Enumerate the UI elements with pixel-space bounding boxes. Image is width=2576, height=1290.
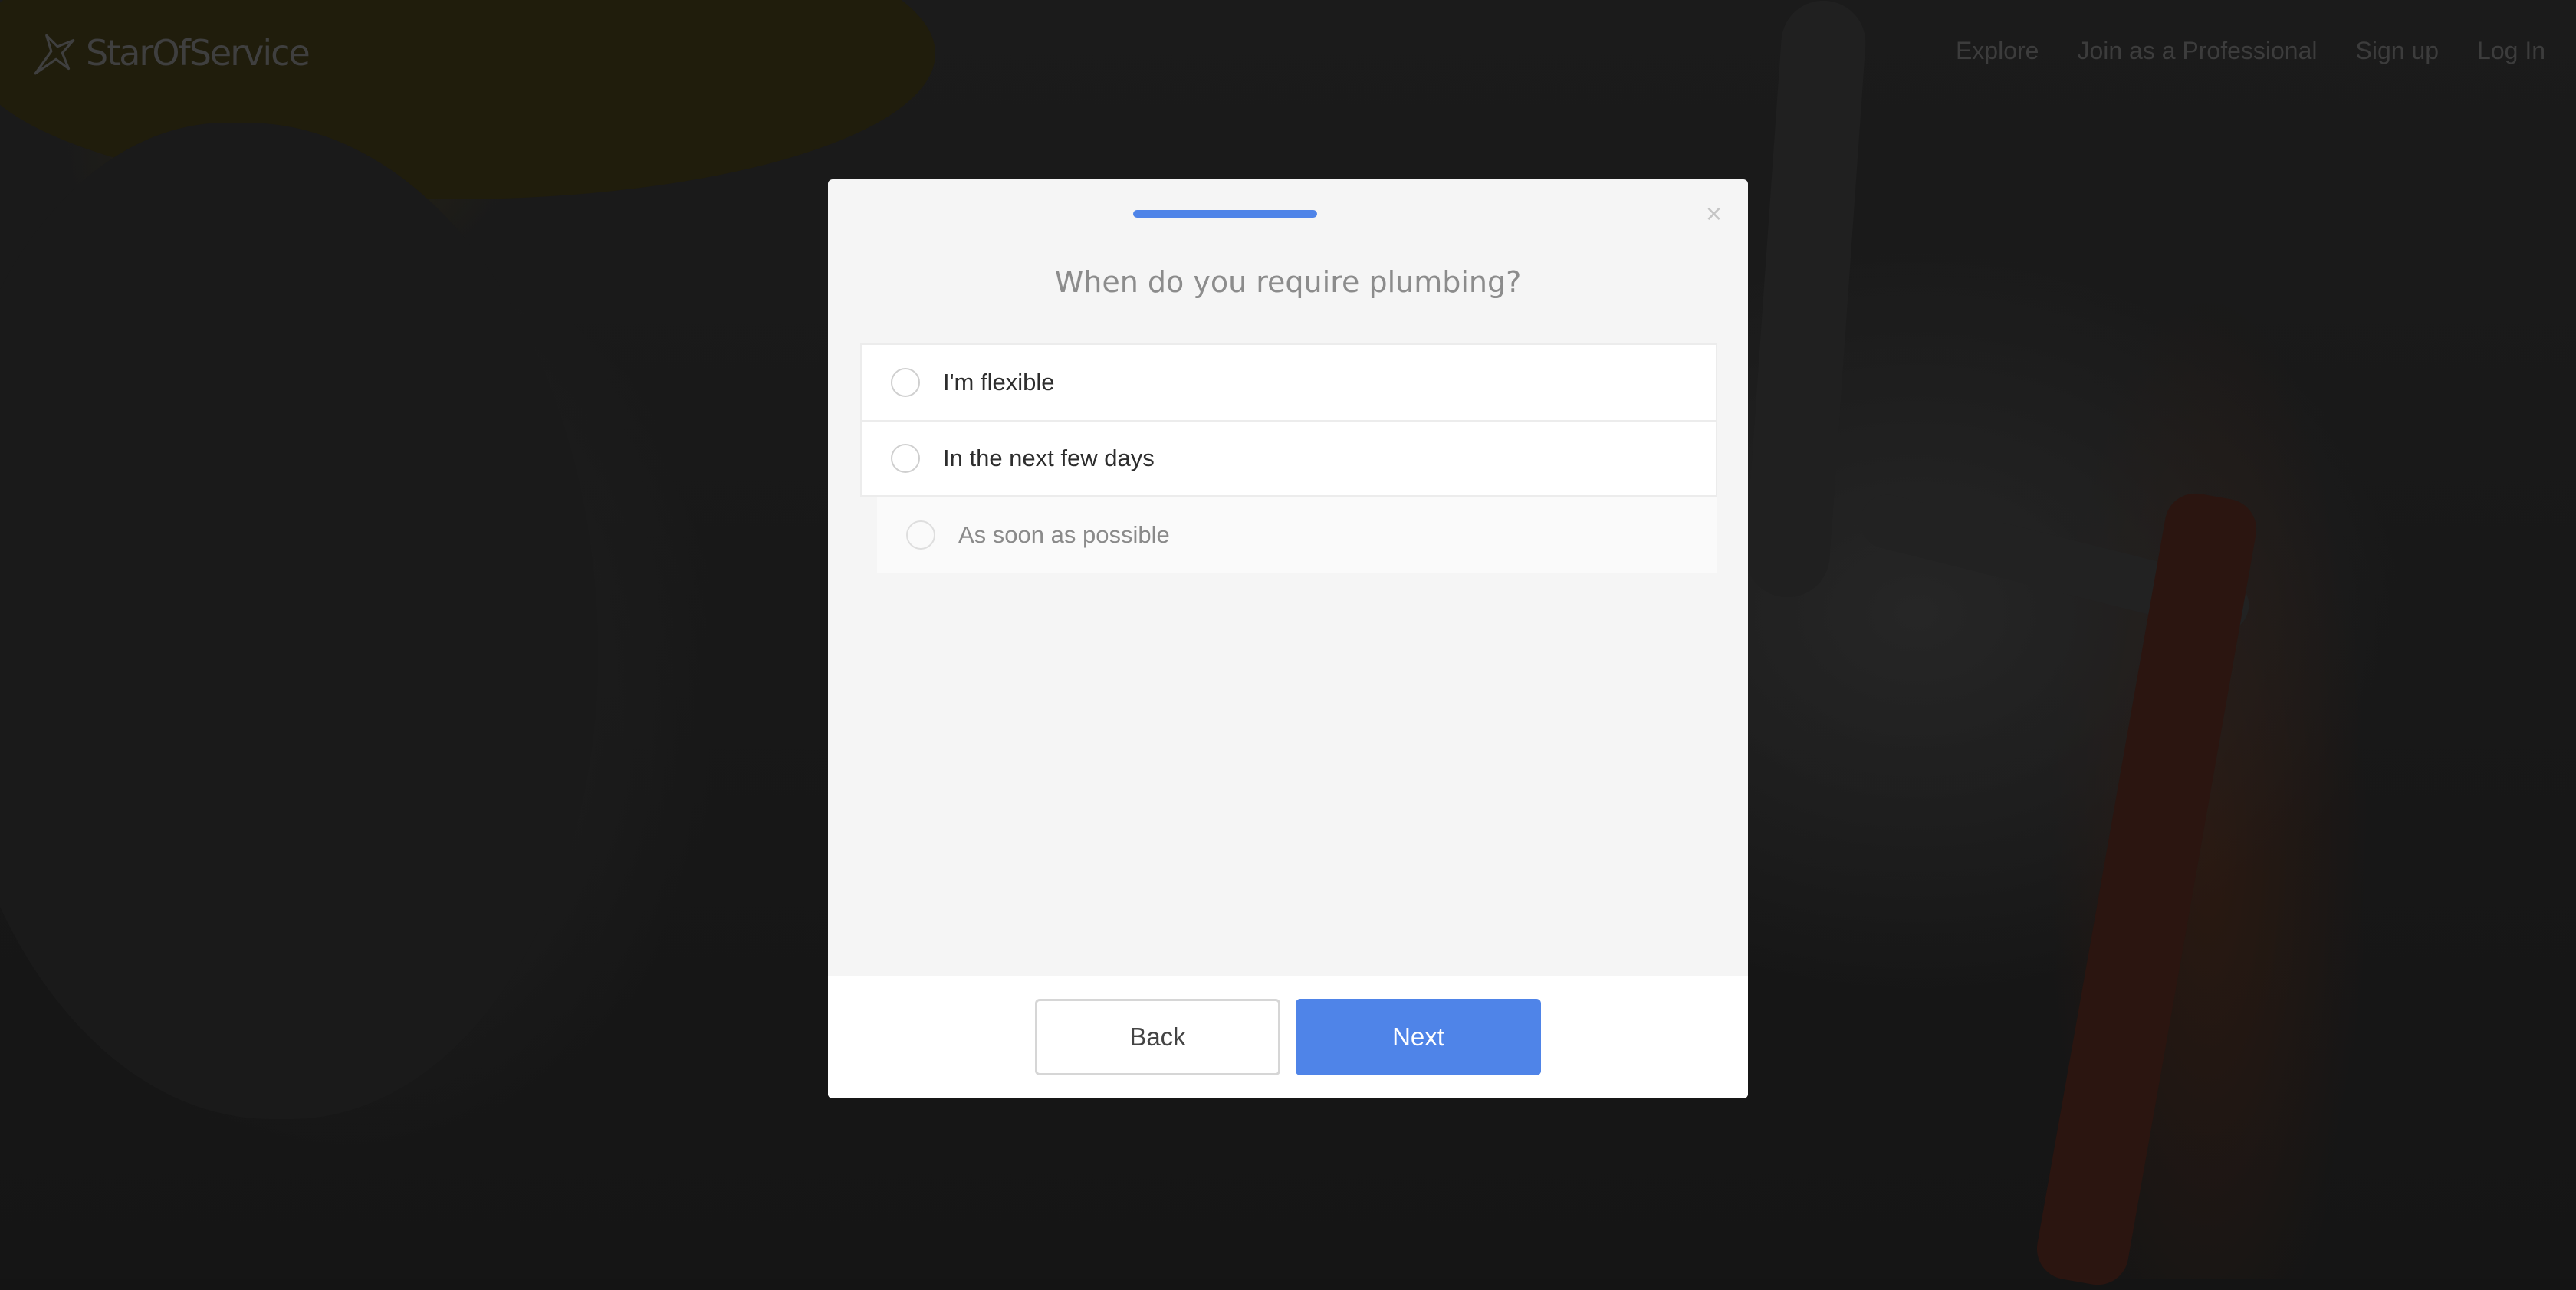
top-nav: Explore Join as a Professional Sign up L…	[1956, 37, 2545, 65]
radio-icon[interactable]	[891, 444, 920, 473]
back-button[interactable]: Back	[1035, 999, 1280, 1075]
nav-join-professional[interactable]: Join as a Professional	[2077, 37, 2317, 65]
background-pipe	[1742, 0, 1869, 600]
option-label: As soon as possible	[958, 521, 1170, 548]
nav-log-in[interactable]: Log In	[2477, 37, 2545, 65]
option-label: In the next few days	[943, 445, 1155, 471]
close-icon[interactable]: ×	[1706, 198, 1722, 230]
option-label: I'm flexible	[943, 369, 1055, 396]
radio-icon[interactable]	[906, 520, 935, 550]
background-person	[0, 123, 598, 1119]
question-title: When do you require plumbing?	[1054, 265, 1522, 299]
radio-icon[interactable]	[891, 368, 920, 397]
request-modal: × When do you require plumbing? I'm flex…	[828, 179, 1748, 1098]
modal-footer: Back Next	[828, 976, 1748, 1098]
next-button[interactable]: Next	[1296, 999, 1541, 1075]
options-list: I'm flexible In the next few days As soo…	[860, 343, 1717, 573]
progress-bar	[1133, 210, 1317, 218]
brand-logo[interactable]: StarOfService	[29, 28, 310, 78]
brand-name: StarOfService	[86, 32, 310, 74]
nav-sign-up[interactable]: Sign up	[2356, 37, 2440, 65]
nav-explore[interactable]: Explore	[1956, 37, 2039, 65]
option-asap[interactable]: As soon as possible	[877, 497, 1717, 573]
option-next-few-days[interactable]: In the next few days	[860, 420, 1717, 497]
star-logo-icon	[34, 34, 75, 75]
option-flexible[interactable]: I'm flexible	[860, 343, 1717, 420]
